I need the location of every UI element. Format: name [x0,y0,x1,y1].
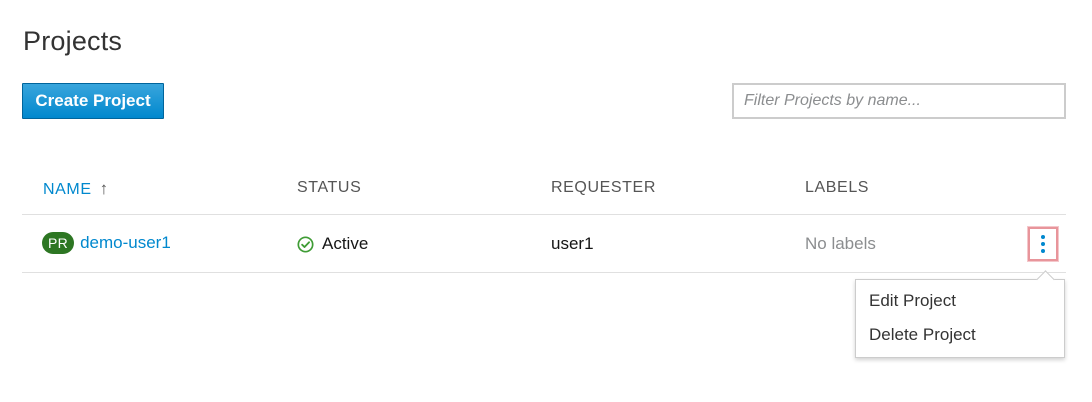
kebab-dot [1041,249,1045,253]
project-badge: PR [42,232,75,254]
create-project-button[interactable]: Create Project [22,83,164,119]
status-text: Active [322,234,369,253]
project-labels-cell: No labels [805,234,876,253]
row-actions-menu: Edit Project Delete Project [855,279,1065,358]
kebab-dot [1041,242,1045,246]
edit-project-menu-item[interactable]: Edit Project [856,288,1064,322]
project-requester-cell: user1 [551,234,594,253]
projects-table: NAME ↑ STATUS REQUESTER LABELS PR demo-us… [22,163,1066,273]
check-circle-icon [297,235,314,253]
delete-project-menu-item[interactable]: Delete Project [856,322,1064,356]
requester-column-header: REQUESTER [551,179,656,196]
sort-ascending-icon: ↑ [99,179,109,198]
name-header-label: NAME [43,181,92,198]
table-row: PR demo-user1 Active user1 No labels [22,215,1066,273]
row-actions-kebab-icon[interactable] [1028,227,1058,261]
project-status-cell: Active [297,234,368,254]
project-name-cell: PR demo-user1 [42,232,171,254]
table-header: NAME ↑ STATUS REQUESTER LABELS [22,163,1066,215]
name-column-header[interactable]: NAME ↑ [43,179,109,199]
page-title: Projects [23,26,123,57]
kebab-dot [1041,235,1045,239]
status-column-header: STATUS [297,179,362,196]
labels-column-header: LABELS [805,179,870,196]
filter-projects-input[interactable] [732,83,1066,119]
project-name-link[interactable]: demo-user1 [80,233,171,253]
